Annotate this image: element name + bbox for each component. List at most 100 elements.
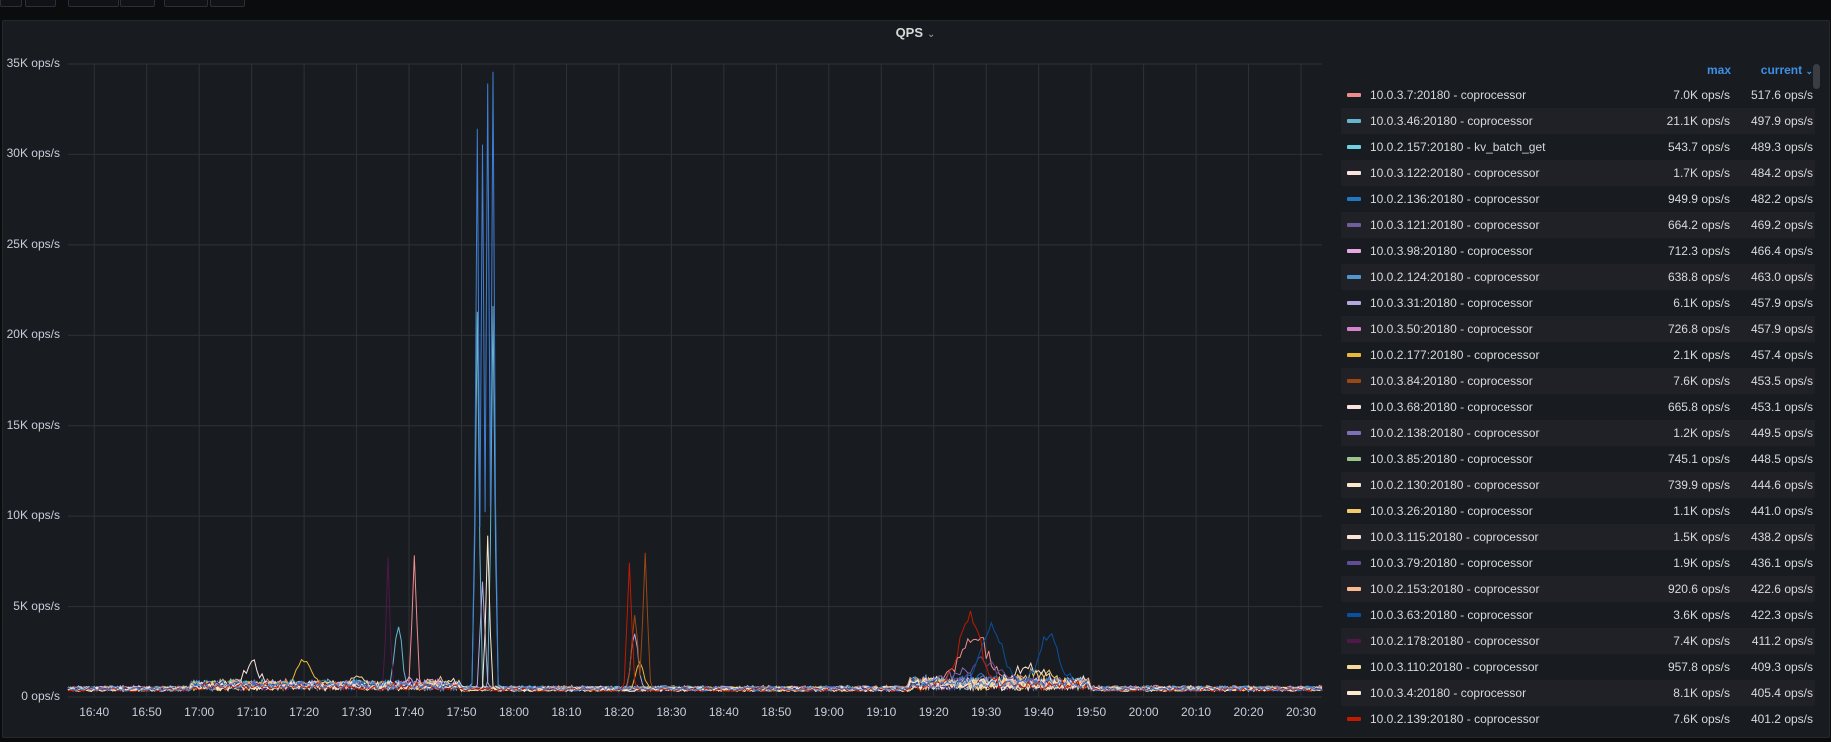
series-color-swatch[interactable] bbox=[1347, 249, 1361, 253]
legend-item[interactable]: 10.0.2.130:20180 - coprocessor 739.9 ops/… bbox=[1341, 472, 1815, 498]
y-tick-label: 20K ops/s bbox=[6, 327, 60, 342]
legend-current-value: 441.0 ops/s bbox=[1750, 504, 1813, 518]
legend-series-name: 10.0.2.136:20180 - coprocessor bbox=[1370, 192, 1540, 206]
legend-item[interactable]: 10.0.2.153:20180 - coprocessor 920.6 ops/… bbox=[1341, 576, 1815, 602]
series-color-swatch[interactable] bbox=[1347, 613, 1361, 617]
legend-header-max[interactable]: max bbox=[1707, 63, 1731, 77]
series-color-swatch[interactable] bbox=[1347, 275, 1361, 279]
x-tick-label: 18:40 bbox=[708, 705, 739, 719]
series-color-swatch[interactable] bbox=[1347, 457, 1361, 461]
y-tick-label: 30K ops/s bbox=[6, 146, 60, 161]
series-color-swatch[interactable] bbox=[1347, 197, 1361, 201]
legend-current-value: 497.9 ops/s bbox=[1750, 114, 1813, 128]
legend-series-name: 10.0.3.68:20180 - coprocessor bbox=[1370, 400, 1533, 414]
legend-current-value: 436.1 ops/s bbox=[1750, 556, 1813, 570]
legend-current-value: 409.3 ops/s bbox=[1750, 660, 1813, 674]
legend-item[interactable]: 10.0.3.121:20180 - coprocessor 664.2 ops/… bbox=[1341, 212, 1815, 238]
series-color-swatch[interactable] bbox=[1347, 301, 1361, 305]
series-color-swatch[interactable] bbox=[1347, 483, 1361, 487]
legend-item[interactable]: 10.0.3.63:20180 - coprocessor 3.6K ops/s 4… bbox=[1341, 602, 1815, 628]
series-color-swatch[interactable] bbox=[1347, 561, 1361, 565]
legend-current-value: 453.1 ops/s bbox=[1750, 400, 1813, 414]
series-color-swatch[interactable] bbox=[1347, 587, 1361, 591]
x-tick-label: 20:10 bbox=[1181, 705, 1212, 719]
legend-max-value: 3.6K ops/s bbox=[1673, 608, 1730, 622]
legend-item[interactable]: 10.0.2.157:20180 - kv_batch_get 543.7 ops… bbox=[1341, 134, 1815, 160]
legend-max-value: 664.2 ops/s bbox=[1667, 218, 1730, 232]
legend-current-value: 517.6 ops/s bbox=[1750, 88, 1813, 102]
legend-item[interactable]: 10.0.3.7:20180 - coprocessor 7.0K ops/s 51… bbox=[1341, 82, 1815, 108]
legend-current-value: 482.2 ops/s bbox=[1750, 192, 1813, 206]
series-color-swatch[interactable] bbox=[1347, 509, 1361, 513]
legend-current-value: 457.9 ops/s bbox=[1750, 322, 1813, 336]
series-color-swatch[interactable] bbox=[1347, 327, 1361, 331]
legend-max-value: 6.1K ops/s bbox=[1673, 296, 1730, 310]
legend-item[interactable]: 10.0.2.178:20180 - coprocessor 7.4K ops/s… bbox=[1341, 628, 1815, 654]
legend-item[interactable]: 10.0.2.177:20180 - coprocessor 2.1K ops/s… bbox=[1341, 342, 1815, 368]
legend-series-name: 10.0.3.115:20180 - coprocessor bbox=[1370, 530, 1539, 544]
legend-current-value: 463.0 ops/s bbox=[1750, 270, 1813, 284]
x-tick-label: 17:30 bbox=[341, 705, 372, 719]
series-color-swatch[interactable] bbox=[1347, 353, 1361, 357]
legend-item[interactable]: 10.0.3.31:20180 - coprocessor 6.1K ops/s 4… bbox=[1341, 290, 1815, 316]
legend-current-value: 411.2 ops/s bbox=[1751, 634, 1813, 648]
x-tick-label: 19:50 bbox=[1076, 705, 1107, 719]
legend-item[interactable]: 10.0.3.110:20180 - coprocessor 957.8 ops/… bbox=[1341, 654, 1815, 680]
legend-item[interactable]: 10.0.3.85:20180 - coprocessor 745.1 ops/s… bbox=[1341, 446, 1815, 472]
series-color-swatch[interactable] bbox=[1347, 223, 1361, 227]
legend-series-name: 10.0.2.157:20180 - kv_batch_get bbox=[1370, 140, 1546, 154]
legend-item[interactable]: 10.0.3.122:20180 - coprocessor 1.7K ops/s… bbox=[1341, 160, 1815, 186]
x-tick-label: 19:20 bbox=[918, 705, 949, 719]
legend-max-value: 7.6K ops/s bbox=[1673, 712, 1730, 726]
series-color-swatch[interactable] bbox=[1347, 639, 1361, 643]
legend-series-name: 10.0.3.122:20180 - coprocessor bbox=[1370, 166, 1540, 180]
sort-chevron-icon: ⌄ bbox=[1805, 66, 1813, 76]
legend-item[interactable]: 10.0.3.68:20180 - coprocessor 665.8 ops/s… bbox=[1341, 394, 1815, 420]
legend-item[interactable]: 10.0.2.136:20180 - coprocessor 949.9 ops/… bbox=[1341, 186, 1815, 212]
legend-header-current[interactable]: current ⌄ bbox=[1761, 63, 1813, 77]
legend-item[interactable]: 10.0.3.98:20180 - coprocessor 712.3 ops/s… bbox=[1341, 238, 1815, 264]
y-tick-label: 25K ops/s bbox=[6, 236, 60, 251]
legend-item[interactable]: 10.0.3.46:20180 - coprocessor 21.1K ops/s… bbox=[1341, 108, 1815, 134]
series-color-swatch[interactable] bbox=[1347, 405, 1361, 409]
series-color-swatch[interactable] bbox=[1347, 171, 1361, 175]
series-color-swatch[interactable] bbox=[1347, 691, 1361, 695]
series-line bbox=[67, 306, 1323, 692]
legend-max-value: 665.8 ops/s bbox=[1667, 400, 1730, 414]
legend-current-value: 401.2 ops/s bbox=[1750, 712, 1813, 726]
legend-item[interactable]: 10.0.2.124:20180 - coprocessor 638.8 ops/… bbox=[1341, 264, 1815, 290]
legend-series-name: 10.0.2.139:20180 - coprocessor bbox=[1370, 712, 1540, 726]
legend-current-value: 457.4 ops/s bbox=[1750, 348, 1813, 362]
series-color-swatch[interactable] bbox=[1347, 717, 1361, 721]
x-tick-label: 19:40 bbox=[1023, 705, 1054, 719]
x-tick-label: 17:20 bbox=[289, 705, 320, 719]
series-color-swatch[interactable] bbox=[1347, 379, 1361, 383]
legend-series-name: 10.0.3.85:20180 - coprocessor bbox=[1370, 452, 1533, 466]
legend-series-name: 10.0.3.79:20180 - coprocessor bbox=[1370, 556, 1533, 570]
series-color-swatch[interactable] bbox=[1347, 665, 1361, 669]
legend-item[interactable]: 10.0.3.79:20180 - coprocessor 1.9K ops/s 4… bbox=[1341, 550, 1815, 576]
series-color-swatch[interactable] bbox=[1347, 535, 1361, 539]
legend-item[interactable]: 10.0.2.139:20180 - coprocessor 7.6K ops/s… bbox=[1341, 706, 1815, 732]
legend-item[interactable]: 10.0.3.4:20180 - coprocessor 8.1K ops/s 40… bbox=[1341, 680, 1815, 706]
legend-series-name: 10.0.3.7:20180 - coprocessor bbox=[1370, 88, 1527, 102]
x-tick-label: 17:00 bbox=[184, 705, 215, 719]
legend: 10.0.3.7:20180 - coprocessor 7.0K ops/s 51… bbox=[1341, 82, 1817, 736]
series-color-swatch[interactable] bbox=[1347, 93, 1361, 97]
series-color-swatch[interactable] bbox=[1347, 145, 1361, 149]
series-color-swatch[interactable] bbox=[1347, 119, 1361, 123]
legend-series-name: 10.0.3.63:20180 - coprocessor bbox=[1370, 608, 1533, 622]
legend-max-value: 739.9 ops/s bbox=[1667, 478, 1730, 492]
legend-item[interactable]: 10.0.3.26:20180 - coprocessor 1.1K ops/s 4… bbox=[1341, 498, 1815, 524]
legend-item[interactable]: 10.0.3.50:20180 - coprocessor 726.8 ops/s… bbox=[1341, 316, 1815, 342]
legend-max-value: 726.8 ops/s bbox=[1667, 322, 1730, 336]
legend-item[interactable]: 10.0.3.115:20180 - coprocessor 1.5K ops/s… bbox=[1341, 524, 1815, 550]
x-tick-label: 18:30 bbox=[656, 705, 687, 719]
legend-item[interactable]: 10.0.3.84:20180 - coprocessor 7.6K ops/s 4… bbox=[1341, 368, 1815, 394]
series-color-swatch[interactable] bbox=[1347, 431, 1361, 435]
x-tick-label: 18:10 bbox=[551, 705, 582, 719]
legend-item[interactable]: 10.0.2.138:20180 - coprocessor 1.2K ops/s… bbox=[1341, 420, 1815, 446]
x-tick-label: 16:50 bbox=[131, 705, 162, 719]
legend-max-value: 2.1K ops/s bbox=[1673, 348, 1730, 362]
legend-series-name: 10.0.3.31:20180 - coprocessor bbox=[1370, 296, 1533, 310]
